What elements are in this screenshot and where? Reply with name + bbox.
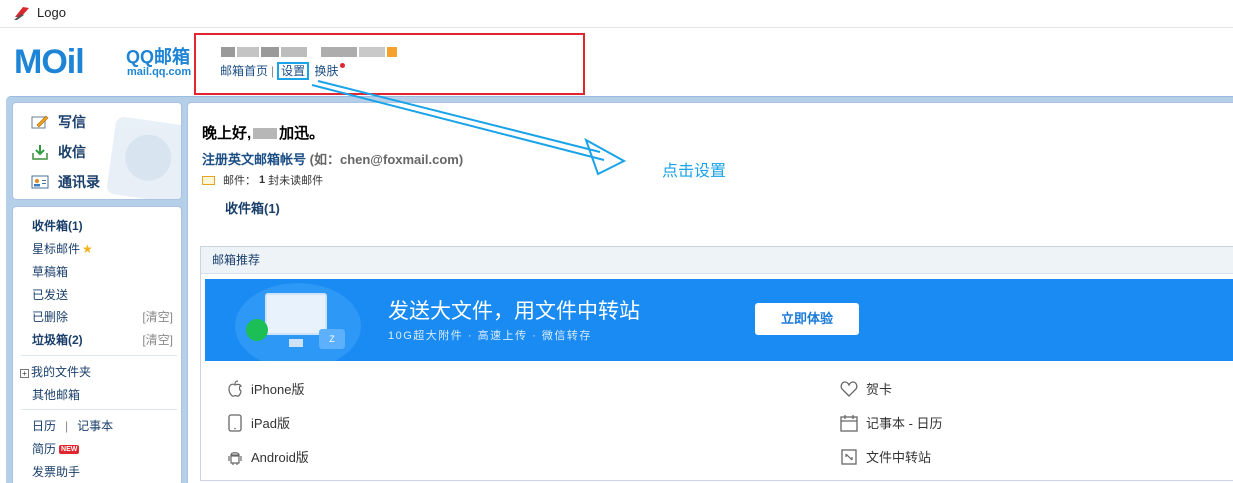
banner-subtitle: 10G超大附件 · 高速上传 · 微信转存	[388, 330, 592, 342]
greeting-start: 晚上好,	[202, 125, 252, 142]
clear-spam-link[interactable]: [清空]	[142, 331, 173, 348]
tablet-icon	[228, 413, 242, 432]
my-folders-label: 我的文件夹	[31, 365, 92, 379]
android-label: Android版	[251, 450, 309, 465]
main-content: 晚上好, 加迅。 注册英文邮箱帐号 (如：chen@foxmail.com) 邮件…	[187, 102, 1233, 483]
vip-flag-icon	[387, 47, 397, 57]
user-links: 邮箱首页 | 设置 换肤	[220, 62, 345, 80]
other-mailbox-link[interactable]: 其他邮箱	[32, 386, 80, 403]
unread-count: 1	[259, 174, 266, 186]
link-separator: |	[271, 64, 275, 78]
top-strip: Logo	[0, 0, 1233, 28]
brand-mail-wordmark: MOil	[14, 43, 85, 81]
file-transfer-icon	[841, 448, 857, 465]
notebook-calendar-label: 记事本 - 日历	[866, 416, 943, 431]
wechat-icon	[246, 319, 268, 341]
new-badge: NEW	[59, 445, 80, 454]
contact-card-icon	[31, 175, 49, 189]
inbox-download-icon	[32, 145, 48, 160]
greeting-card-label: 贺卡	[866, 382, 893, 397]
file-transfer-link[interactable]: 文件中转站	[840, 447, 931, 466]
notebook-link[interactable]: 记事本	[77, 419, 113, 433]
receive-button[interactable]: 收信	[31, 141, 86, 163]
file-transfer-banner[interactable]: Z 发送大文件，用文件中转站 10G超大附件 · 高速上传 · 微信转存 立即体…	[205, 279, 1233, 361]
folder-spam[interactable]: 垃圾箱(2)	[32, 331, 83, 348]
logo-icon	[14, 7, 29, 20]
iphone-link[interactable]: iPhone版	[227, 379, 304, 398]
folder-icon: Z	[319, 329, 345, 349]
unread-suffix[interactable]: 封未读邮件	[268, 172, 323, 188]
invoice-assistant-link[interactable]: 发票助手	[32, 463, 80, 480]
folder-sent[interactable]: 已发送	[32, 286, 68, 303]
folder-starred-label: 星标邮件	[32, 242, 81, 256]
sidebar-folders: 收件箱(1) 星标邮件 ★ 草稿箱 已发送 已删除 [清空] 垃圾箱(2) [清空…	[12, 206, 182, 483]
notebook-calendar-link[interactable]: 记事本 - 日历	[840, 413, 943, 432]
register-hint: (如：chen@foxmail.com)	[309, 152, 464, 167]
recommend-header: 邮箱推荐	[201, 247, 1233, 274]
expand-plus-icon: +	[20, 369, 29, 378]
ipad-label: iPad版	[251, 416, 291, 431]
row-separator: |	[65, 419, 69, 433]
brand-domain: mail.qq.com	[127, 66, 192, 78]
divider	[21, 355, 177, 356]
iphone-label: iPhone版	[251, 382, 305, 397]
contacts-button[interactable]: 通讯录	[31, 171, 100, 193]
banner-title: 发送大文件，用文件中转站	[388, 300, 640, 323]
calendar-icon	[840, 414, 858, 432]
inbox-quick-link[interactable]: 收件箱(1)	[225, 198, 280, 217]
mailbox-recommend-panel: 邮箱推荐 Z 发送大文件，用文件中转站 10G超大附件 · 高速上传 · 微信转…	[200, 246, 1233, 481]
greeting-end: 加迅。	[279, 125, 325, 142]
qq-stamp-decoration	[105, 115, 181, 199]
greeting-card-link[interactable]: 贺卡	[840, 379, 892, 398]
unread-prefix: 邮件：	[223, 175, 256, 187]
mailbox-home-link[interactable]: 邮箱首页	[220, 64, 268, 78]
try-now-button[interactable]: 立即体验	[755, 303, 859, 335]
contacts-label: 通讯录	[58, 174, 100, 190]
file-transfer-label: 文件中转站	[866, 450, 932, 465]
folder-starred[interactable]: 星标邮件 ★	[32, 240, 93, 257]
folder-deleted[interactable]: 已删除	[32, 308, 68, 325]
register-english-account[interactable]: 注册英文邮箱帐号 (如：chen@foxmail.com)	[202, 149, 463, 168]
user-account-name	[221, 44, 411, 57]
greeting: 晚上好, 加迅。	[202, 122, 324, 143]
resume-label: 简历	[32, 442, 57, 456]
user-panel-highlight: 邮箱首页 | 设置 换肤	[194, 33, 585, 95]
compose-button[interactable]: 写信	[31, 111, 86, 133]
star-icon: ★	[82, 242, 93, 256]
android-link[interactable]: Android版	[227, 447, 309, 466]
new-dot-icon	[339, 63, 345, 68]
my-folders-toggle[interactable]: + 我的文件夹	[20, 363, 91, 380]
pencil-icon	[31, 115, 49, 129]
annotation-click-settings: 点击设置	[662, 163, 727, 180]
sidebar-actions: 写信 收信 通讯录	[12, 102, 182, 200]
change-skin-link[interactable]: 换肤	[315, 64, 339, 78]
clear-deleted-link[interactable]: [清空]	[142, 308, 173, 325]
envelope-icon	[202, 175, 215, 185]
monitor-icon	[265, 293, 327, 347]
receive-label: 收信	[58, 144, 86, 160]
settings-link[interactable]: 设置	[277, 62, 310, 80]
ipad-link[interactable]: iPad版	[227, 413, 290, 432]
calendar-notebook-row: 日历 | 记事本	[32, 417, 113, 434]
logo-label: Logo	[37, 5, 66, 20]
folder-drafts[interactable]: 草稿箱	[32, 263, 68, 280]
divider	[21, 409, 177, 410]
register-label: 注册英文邮箱帐号	[202, 152, 307, 167]
folder-inbox[interactable]: 收件箱(1)	[32, 217, 83, 234]
header: MOil QQ邮箱 mail.qq.com 邮箱首页 | 设置 换肤	[0, 29, 1233, 97]
redacted-name	[253, 128, 278, 139]
android-icon	[228, 451, 242, 465]
heart-icon	[840, 380, 858, 397]
compose-label: 写信	[58, 114, 86, 130]
resume-link[interactable]: 简历 NEW	[32, 440, 80, 457]
unread-summary: 邮件： 1 封未读邮件	[202, 172, 323, 188]
calendar-link[interactable]: 日历	[32, 419, 56, 433]
apple-icon	[228, 379, 242, 397]
